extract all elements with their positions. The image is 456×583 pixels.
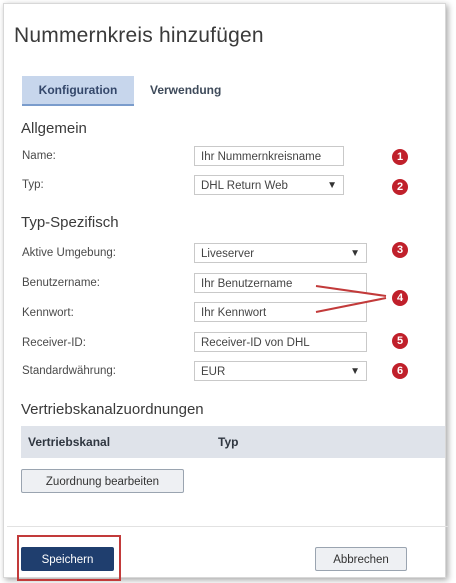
annotation-badge-6: 6 (392, 363, 408, 379)
receiver-id-input[interactable]: Receiver-ID von DHL (194, 332, 367, 352)
annotation-badge-1: 1 (392, 149, 408, 165)
chevron-down-icon: ▼ (327, 180, 337, 191)
annotation-badge-2: 2 (392, 179, 408, 195)
add-number-range-dialog: Nummernkreis hinzufügen Konfiguration Ve… (3, 3, 448, 581)
tab-usage[interactable]: Verwendung (140, 76, 231, 104)
username-label: Benutzername: (22, 277, 100, 289)
channel-table-header: Vertriebskanal Typ (21, 426, 445, 458)
cancel-button[interactable]: Abbrechen (315, 547, 407, 571)
type-select-value: DHL Return Web (201, 180, 288, 192)
edit-assignment-button[interactable]: Zuordnung bearbeiten (21, 469, 184, 493)
name-label: Name: (22, 150, 56, 162)
annotation-arrows (315, 285, 387, 313)
environment-select[interactable]: Liveserver ▼ (194, 243, 367, 263)
column-header-type[interactable]: Typ (218, 435, 238, 449)
receiver-id-label: Receiver-ID: (22, 337, 86, 349)
currency-label: Standardwährung: (22, 365, 116, 377)
environment-select-value: Liveserver (201, 248, 255, 260)
type-label: Typ: (22, 179, 44, 191)
footer-divider (7, 526, 448, 527)
tab-bar: Konfiguration Verwendung (22, 76, 442, 106)
dialog-title: Nummernkreis hinzufügen (14, 24, 264, 47)
currency-select[interactable]: EUR ▼ (194, 361, 367, 381)
section-channels-heading: Vertriebskanalzuordnungen (21, 401, 204, 418)
chevron-down-icon: ▼ (350, 248, 360, 259)
name-input[interactable]: Ihr Nummernkreisname (194, 146, 344, 166)
annotation-badge-5: 5 (392, 333, 408, 349)
section-type-specific-heading: Typ-Spezifisch (21, 214, 119, 231)
annotation-badge-3: 3 (392, 242, 408, 258)
environment-label: Aktive Umgebung: (22, 247, 116, 259)
column-header-channel[interactable]: Vertriebskanal (28, 435, 110, 449)
currency-select-value: EUR (201, 366, 226, 378)
active-tab-indicator (22, 104, 134, 106)
chevron-down-icon: ▼ (350, 366, 360, 377)
password-label: Kennwort: (22, 307, 74, 319)
section-general-heading: Allgemein (21, 120, 87, 137)
save-button[interactable]: Speichern (21, 547, 114, 571)
annotation-badge-4: 4 (392, 290, 408, 306)
tab-configuration[interactable]: Konfiguration (22, 76, 134, 104)
type-select[interactable]: DHL Return Web ▼ (194, 175, 344, 195)
